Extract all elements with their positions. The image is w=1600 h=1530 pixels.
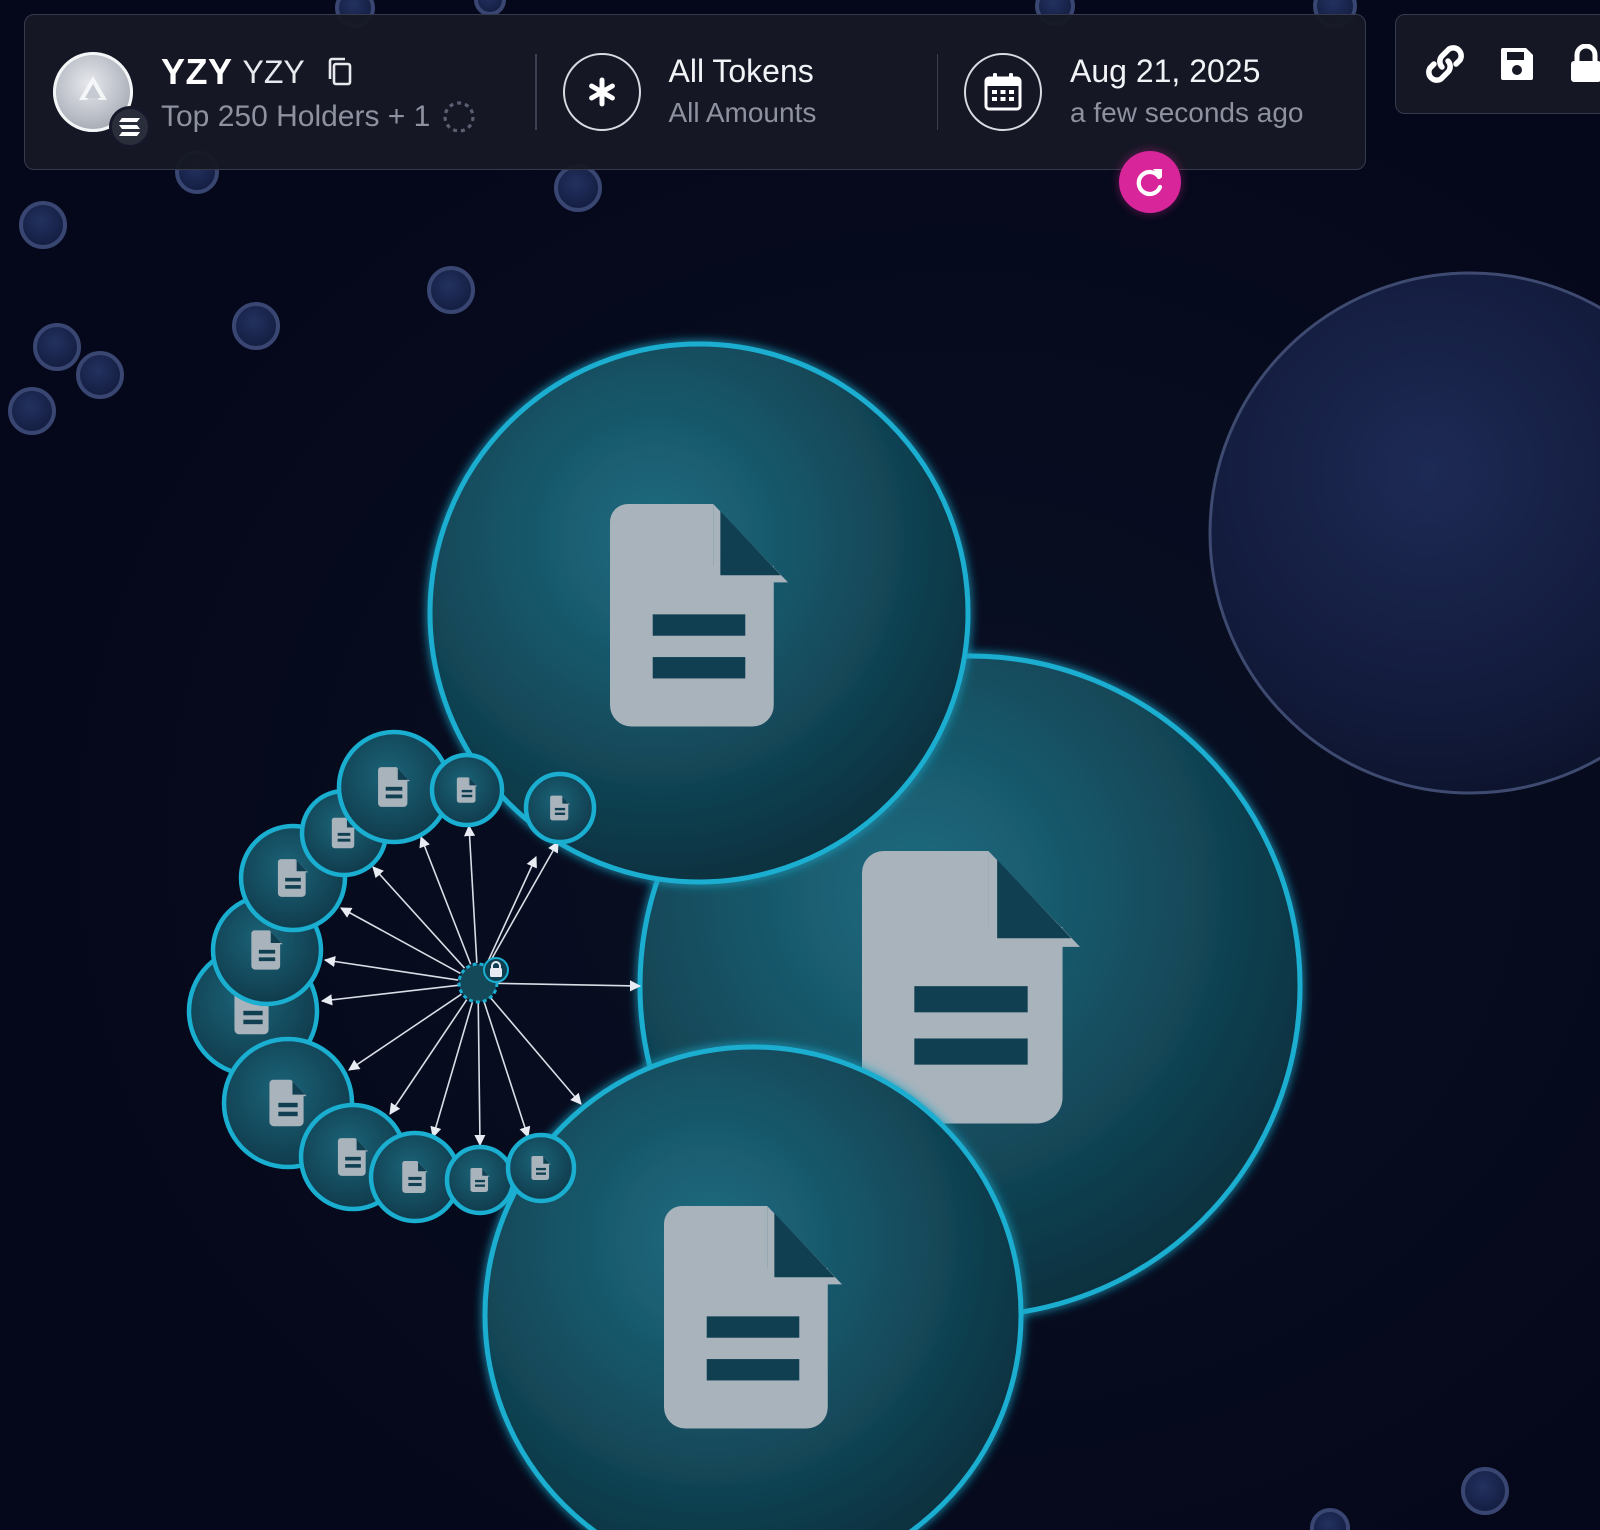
transfer-arrow: [497, 980, 642, 992]
transfer-arrow: [320, 984, 459, 1006]
transfer-arrow: [490, 997, 582, 1105]
filter-section[interactable]: All Tokens All Amounts: [537, 15, 937, 169]
filter-button[interactable]: [562, 53, 641, 131]
holders-count-label[interactable]: Top 250 Holders + 1: [161, 100, 430, 134]
transfer-arrow: [483, 1001, 531, 1139]
transfer-arrow: [474, 1002, 486, 1147]
link-icon: [1426, 45, 1464, 83]
transfer-arrow: [323, 955, 459, 981]
cluster-holder-node[interactable]: [429, 752, 505, 828]
holder-dot[interactable]: [1310, 1508, 1350, 1530]
calendar-icon: [984, 73, 1022, 111]
transfer-arrow: [372, 866, 466, 969]
lock-icon: [1570, 44, 1600, 82]
transfer-arrow: [419, 835, 472, 965]
date-picker-button[interactable]: [964, 53, 1042, 131]
large-holder-bubble-top[interactable]: [427, 341, 971, 885]
bubble-map[interactable]: [0, 0, 1600, 1530]
holder-dot[interactable]: [76, 351, 124, 399]
hub-node[interactable]: [457, 957, 509, 1004]
holder-dot[interactable]: [554, 164, 602, 212]
token-info-panel: YZY YZY Top 250 Holders + 1 All Tokens A…: [24, 14, 1366, 170]
holder-dot[interactable]: [8, 387, 56, 435]
date-section[interactable]: Aug 21, 2025 a few seconds ago: [938, 15, 1365, 169]
holder-dot[interactable]: [232, 302, 280, 350]
ghost-holder-bubble[interactable]: [1208, 271, 1600, 795]
loading-spinner-icon: [443, 101, 475, 133]
save-icon: [1500, 48, 1533, 80]
holder-dot[interactable]: [474, 0, 506, 16]
amount-filter-label: All Amounts: [668, 97, 817, 128]
refresh-button[interactable]: [1119, 151, 1181, 213]
token-logo-icon: [53, 52, 151, 148]
cluster-holder-node[interactable]: [523, 771, 597, 845]
refresh-icon: [1136, 169, 1163, 197]
bubble-map-canvas[interactable]: YZY YZY Top 250 Holders + 1 All Tokens A…: [0, 0, 1600, 1530]
cluster-holder-nodes: [186, 729, 597, 1224]
token-section[interactable]: YZY YZY Top 250 Holders + 1: [25, 15, 535, 169]
transfer-arrow: [485, 855, 537, 966]
token-name: YZY: [242, 53, 305, 90]
map-toolbar: [1395, 14, 1600, 114]
token-symbol: YZY: [161, 51, 233, 92]
transfer-arrow: [463, 824, 478, 964]
cluster-holder-node[interactable]: [444, 1144, 516, 1216]
snapshot-date: Aug 21, 2025: [1070, 53, 1261, 89]
lock-map-button[interactable]: [1565, 37, 1600, 91]
share-link-button[interactable]: [1422, 37, 1468, 91]
snapshot-relative-time: a few seconds ago: [1070, 97, 1304, 128]
asterisk-icon: [588, 77, 615, 107]
holder-dot[interactable]: [1461, 1467, 1509, 1515]
cluster-holder-node[interactable]: [505, 1132, 577, 1204]
solana-chain-icon: [109, 106, 151, 148]
token-filter-label: All Tokens: [668, 53, 814, 89]
transfer-arrow: [340, 907, 461, 975]
transfer-arrow: [487, 841, 559, 966]
holder-dot[interactable]: [427, 266, 475, 314]
transfer-arrow: [430, 1001, 474, 1139]
holder-dot[interactable]: [19, 201, 67, 249]
copy-icon[interactable]: [325, 56, 355, 88]
holder-dot[interactable]: [33, 323, 81, 371]
save-button[interactable]: [1496, 37, 1537, 91]
